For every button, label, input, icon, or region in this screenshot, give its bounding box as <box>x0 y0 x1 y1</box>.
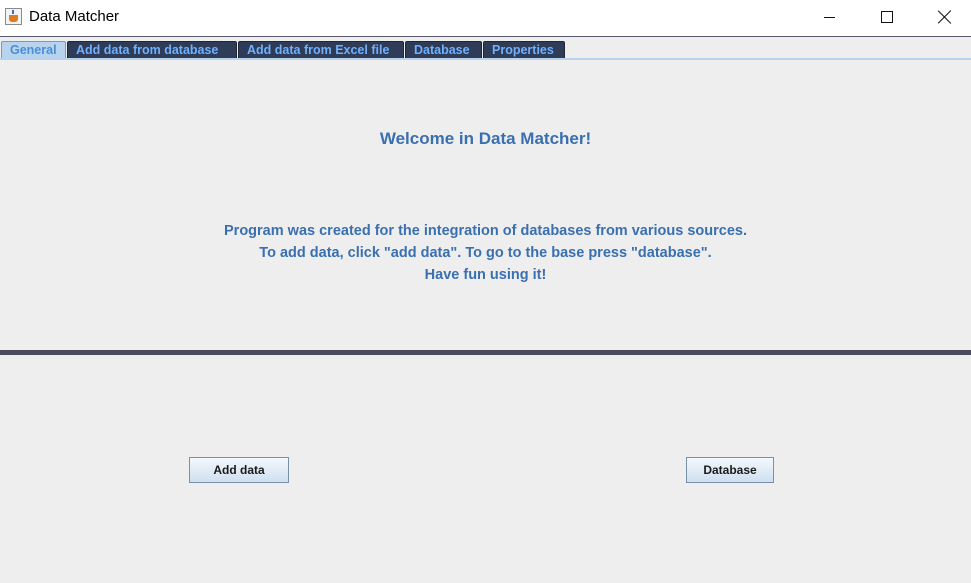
tab-underline <box>0 58 971 60</box>
tab-strip: General Add data from database Add data … <box>0 36 971 59</box>
database-button[interactable]: Database <box>686 457 774 483</box>
add-data-button[interactable]: Add data <box>189 457 289 483</box>
description-line-1: Program was created for the integration … <box>224 223 747 239</box>
window-title: Data Matcher <box>29 8 120 25</box>
close-icon <box>938 10 952 24</box>
maximize-button[interactable] <box>858 0 916 34</box>
description-line-3: Have fun using it! <box>424 267 547 283</box>
tab-database[interactable]: Database <box>405 41 482 59</box>
minimize-button[interactable] <box>800 0 858 34</box>
section-divider <box>0 350 971 355</box>
welcome-heading: Welcome in Data Matcher! <box>379 129 592 148</box>
close-button[interactable] <box>916 0 971 34</box>
minimize-icon <box>823 16 835 18</box>
tab-general[interactable]: General <box>1 41 66 59</box>
description-line-2: To add data, click "add data". To go to … <box>259 245 712 261</box>
maximize-icon <box>881 11 893 23</box>
tab-properties[interactable]: Properties <box>483 41 565 59</box>
title-bar: Data Matcher <box>0 0 971 36</box>
tab-add-data-from-excel-file[interactable]: Add data from Excel file <box>238 41 404 59</box>
tab-add-data-from-database[interactable]: Add data from database <box>67 41 237 59</box>
java-icon[interactable] <box>5 8 22 25</box>
